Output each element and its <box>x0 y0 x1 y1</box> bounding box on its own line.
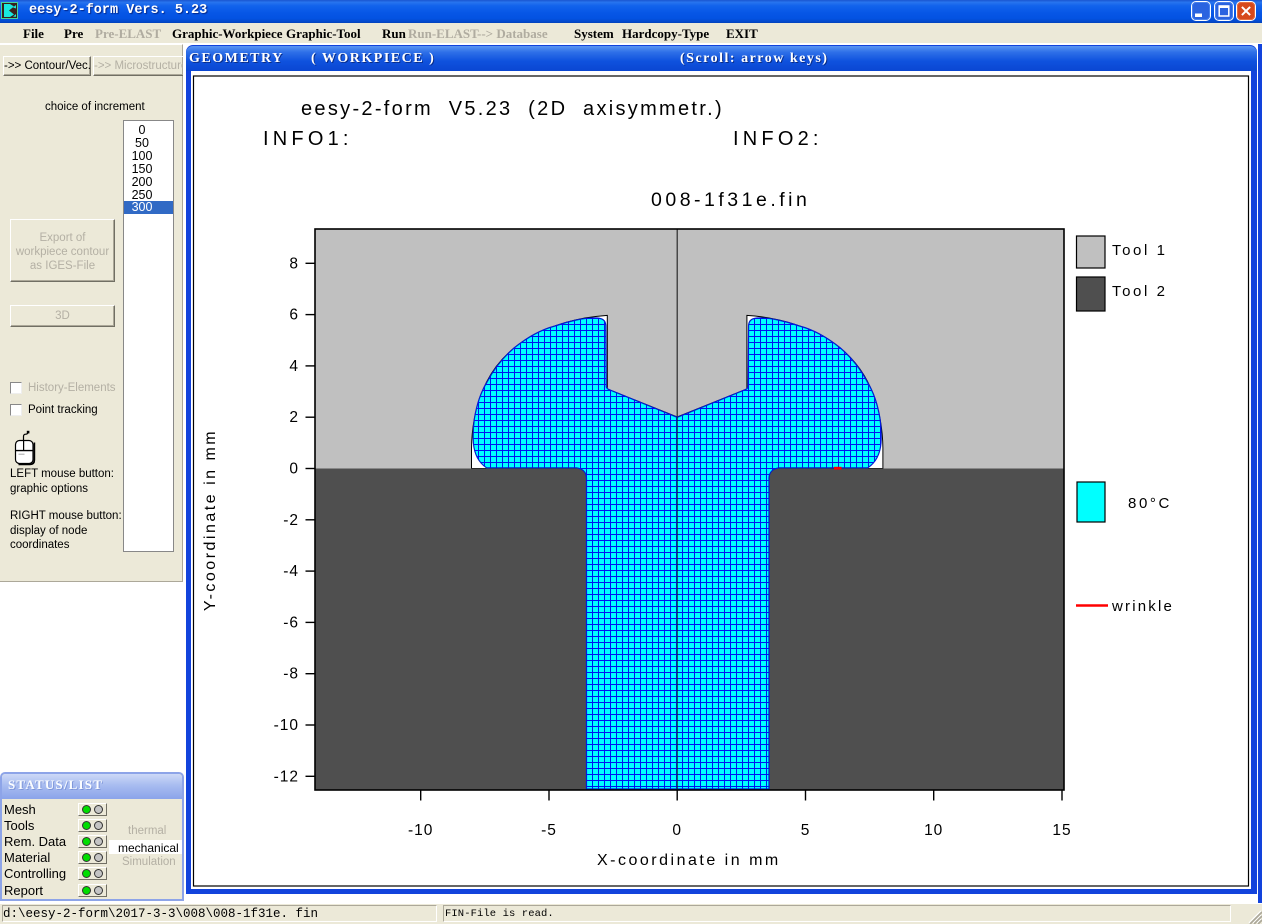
svg-text:4: 4 <box>289 358 299 375</box>
svg-text:X-coordinate in mm: X-coordinate in mm <box>597 852 781 869</box>
svg-text:-6: -6 <box>283 614 299 631</box>
svg-text:Tool 2: Tool 2 <box>1112 283 1168 300</box>
svg-text:10: 10 <box>924 822 943 839</box>
svg-text:eesy-2-form V5.23 (2D axisy: eesy-2-form V5.23 (2D axisymmetr.) <box>301 98 724 120</box>
svg-text:0: 0 <box>289 461 299 478</box>
svg-text:-5: -5 <box>541 822 557 839</box>
svg-text:80°C: 80°C <box>1128 495 1172 512</box>
svg-text:Tool 1: Tool 1 <box>1112 242 1168 259</box>
svg-text:8: 8 <box>289 255 299 272</box>
svg-text:-4: -4 <box>283 563 299 580</box>
svg-text:008-1f31e.fin: 008-1f31e.fin <box>651 189 810 211</box>
svg-text:5: 5 <box>801 822 811 839</box>
svg-text:-8: -8 <box>283 666 299 683</box>
svg-text:Y-coordinate in mm: Y-coordinate in mm <box>202 429 219 611</box>
svg-text:-12: -12 <box>274 768 299 785</box>
svg-text:-2: -2 <box>283 512 299 529</box>
svg-text:15: 15 <box>1052 822 1071 839</box>
svg-text:wrinkle: wrinkle <box>1111 598 1174 615</box>
svg-text:INFO2:: INFO2: <box>733 128 823 150</box>
svg-text:INFO1:: INFO1: <box>263 128 353 150</box>
svg-text:0: 0 <box>672 822 682 839</box>
svg-text:6: 6 <box>289 307 299 324</box>
svg-text:2: 2 <box>289 409 299 426</box>
svg-text:-10: -10 <box>274 717 299 734</box>
svg-text:-10: -10 <box>408 822 433 839</box>
